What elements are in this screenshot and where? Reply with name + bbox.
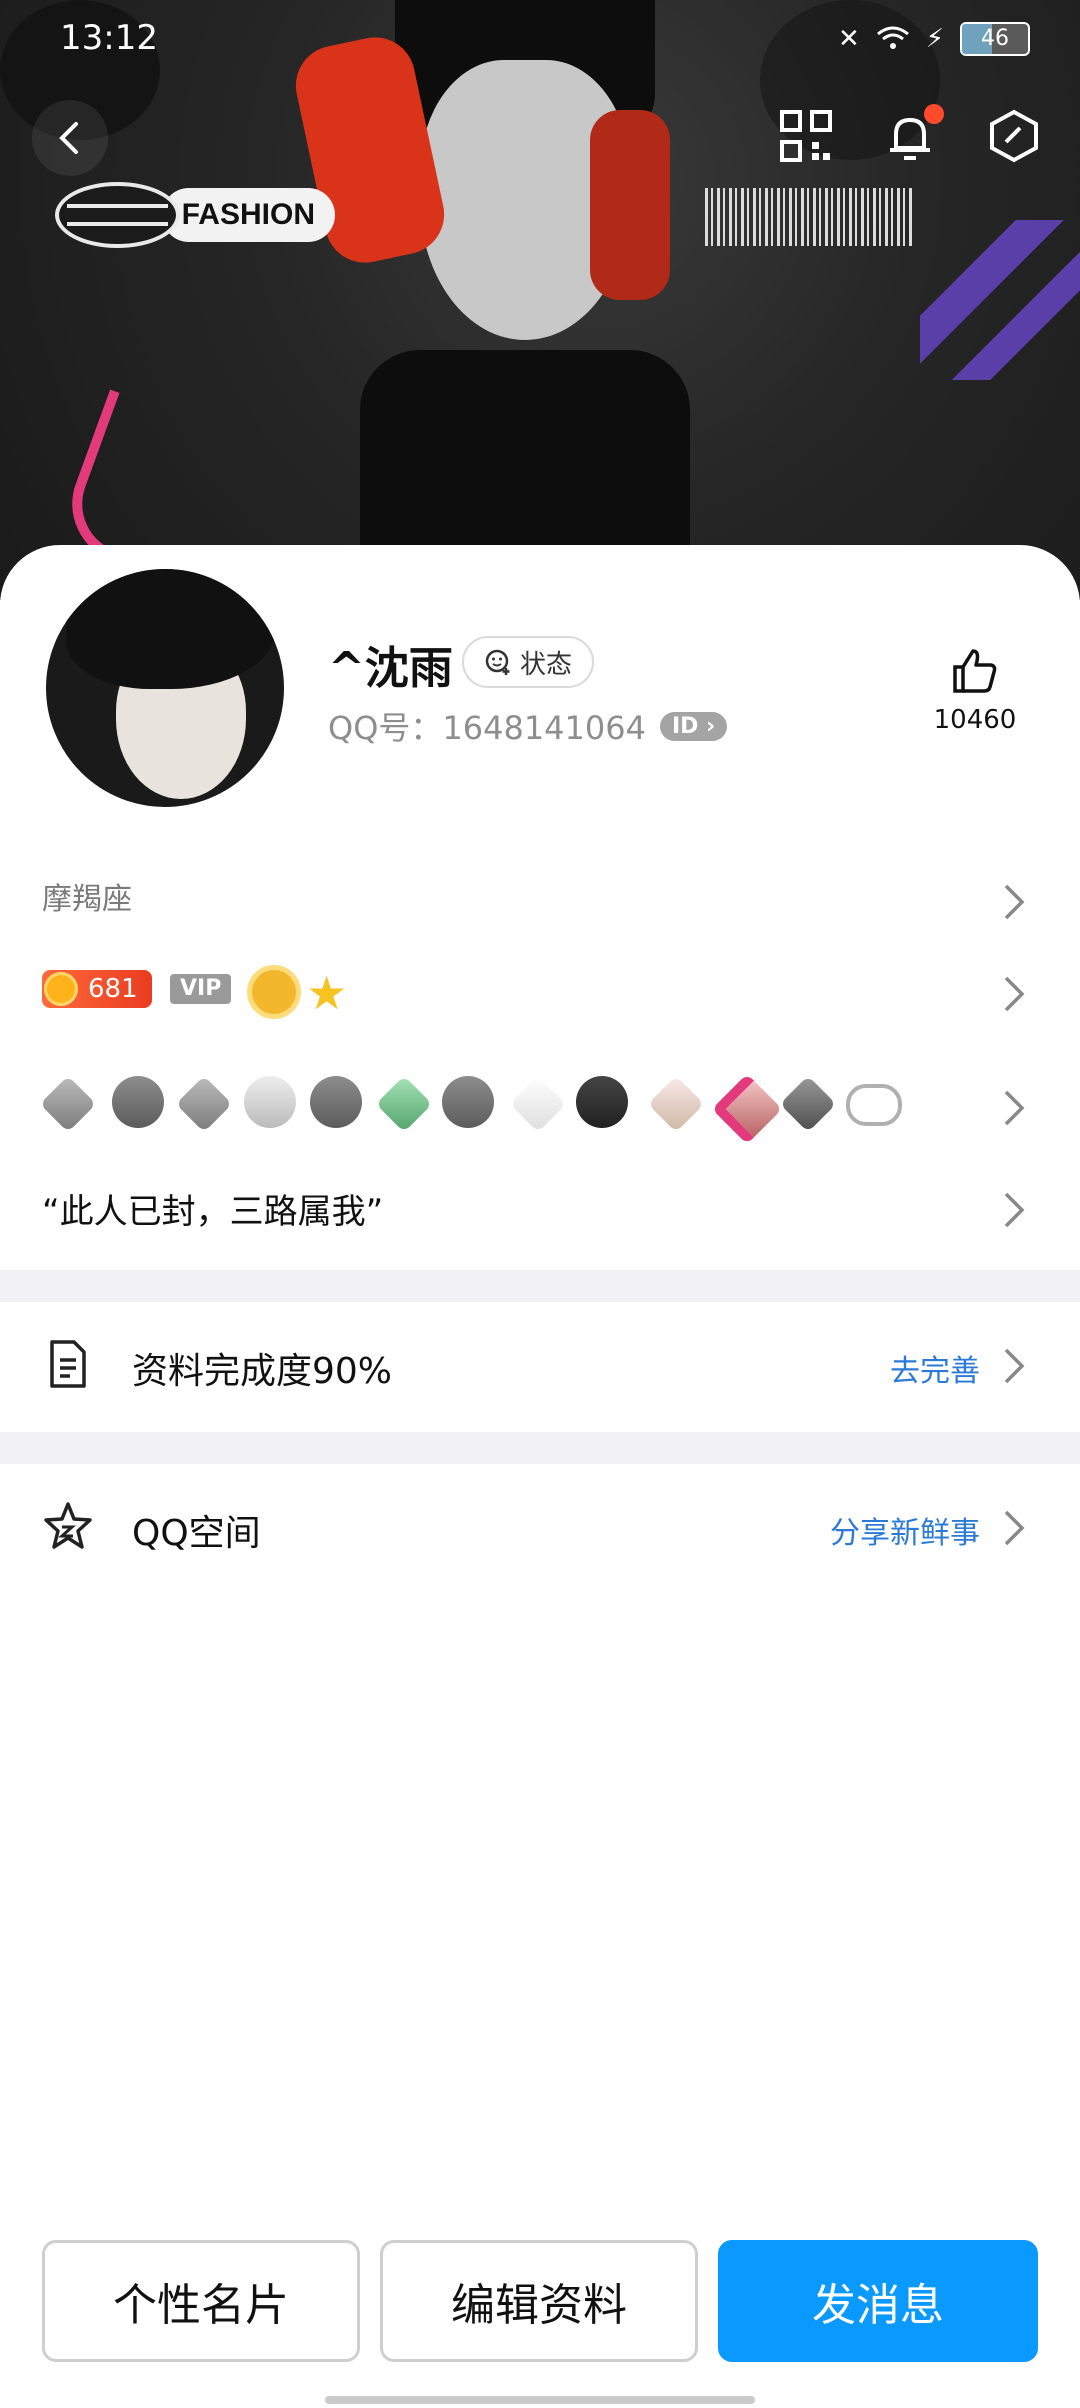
clock: 13:12 [60, 18, 158, 58]
status-label: 状态 [520, 649, 573, 680]
profile-banner[interactable]: FASHION [0, 0, 1080, 600]
section-divider [0, 1270, 1080, 1302]
star-icon: ★ [306, 966, 348, 1020]
gem-icon [39, 1075, 97, 1133]
battery-indicator: 46 [960, 22, 1030, 56]
chevron-right-icon [1004, 884, 1025, 920]
profile-completion-row[interactable]: 资料完成度90% 去完善 [0, 1302, 1080, 1432]
qzone-row[interactable]: QQ空间 分享新鲜事 [0, 1464, 1080, 1594]
qr-code-button[interactable] [770, 100, 842, 172]
qq-number[interactable]: QQ号：1648141064 ID › [328, 703, 728, 749]
heart-gem-icon [647, 1075, 705, 1133]
achievement-icons-row[interactable] [0, 1070, 1080, 1150]
diamond-icon [175, 1075, 233, 1133]
document-icon [50, 1340, 86, 1388]
complete-profile-link[interactable]: 去完善 [890, 1346, 980, 1390]
level-badge: 681 [42, 970, 152, 1008]
profile-completion-label: 资料完成度90% [132, 1351, 393, 1392]
sun-icon [252, 970, 296, 1014]
zodiac-row[interactable]: 摩羯座 [0, 870, 1080, 940]
notification-dot [924, 104, 944, 124]
level-badges-row[interactable]: 681 VIP ★ [0, 962, 1080, 1032]
cloud-icon [846, 1084, 902, 1126]
mountain-gray-icon [442, 1076, 494, 1128]
fashion-logo: FASHION [55, 180, 335, 250]
vip-badge: VIP [170, 974, 232, 1004]
qr-code-icon [780, 110, 832, 162]
section-divider [0, 1432, 1080, 1464]
like-button[interactable]: 10460 [920, 645, 1030, 735]
emerald-icon [375, 1075, 433, 1133]
signature-text: “此人已封，三路属我” [42, 1192, 384, 1232]
penguin-icon [112, 1076, 164, 1128]
nickname: ^沈雨 [328, 643, 453, 694]
chevron-left-icon [59, 122, 78, 154]
crown-penguin-icon [576, 1076, 628, 1128]
chevron-right-icon [1004, 1192, 1025, 1228]
back-button[interactable] [32, 100, 108, 176]
home-indicator[interactable] [325, 2396, 755, 2404]
avatar[interactable] [42, 565, 288, 811]
charging-icon: ⚡ [925, 24, 944, 54]
suit-icon [509, 1075, 567, 1133]
like-count: 10460 [933, 705, 1017, 735]
star-outline-icon [44, 1502, 92, 1549]
status-chip[interactable]: 状态 [462, 636, 595, 688]
status-bar: 13:12 ✕ ⚡ 46 [0, 0, 1080, 80]
edit-profile-button[interactable]: 编辑资料 [380, 2240, 698, 2362]
chevron-right-icon [1004, 1090, 1025, 1126]
barcode-graphic [705, 188, 915, 246]
thumbs-up-icon [953, 649, 997, 693]
zodiac-label: 摩羯座 [42, 882, 132, 917]
ruby-icon [711, 1073, 783, 1145]
smile-plus-icon [485, 649, 510, 675]
id-badge[interactable]: ID › [659, 711, 728, 741]
bottom-action-bar: 个性名片 编辑资料 发消息 [0, 2240, 1080, 2366]
cross-gem-icon [779, 1075, 837, 1133]
coin-icon [44, 972, 78, 1006]
personal-card-button[interactable]: 个性名片 [42, 2240, 360, 2362]
settings-button[interactable] [978, 100, 1050, 172]
send-message-button[interactable]: 发消息 [718, 2240, 1038, 2362]
hexagon-settings-icon [990, 109, 1038, 163]
chevron-right-icon [1004, 1510, 1025, 1546]
qzone-label: QQ空间 [132, 1513, 261, 1554]
notification-button[interactable] [874, 100, 946, 172]
mute-icon: ✕ [837, 24, 860, 54]
signature-row[interactable]: “此人已封，三路属我” [0, 1180, 1080, 1250]
wifi-icon [876, 26, 909, 49]
face-icon [244, 1076, 296, 1128]
chevron-right-icon [1004, 1348, 1025, 1384]
mountain-icon [310, 1076, 362, 1128]
share-news-link[interactable]: 分享新鲜事 [830, 1508, 980, 1552]
chevron-right-icon [1004, 976, 1025, 1012]
